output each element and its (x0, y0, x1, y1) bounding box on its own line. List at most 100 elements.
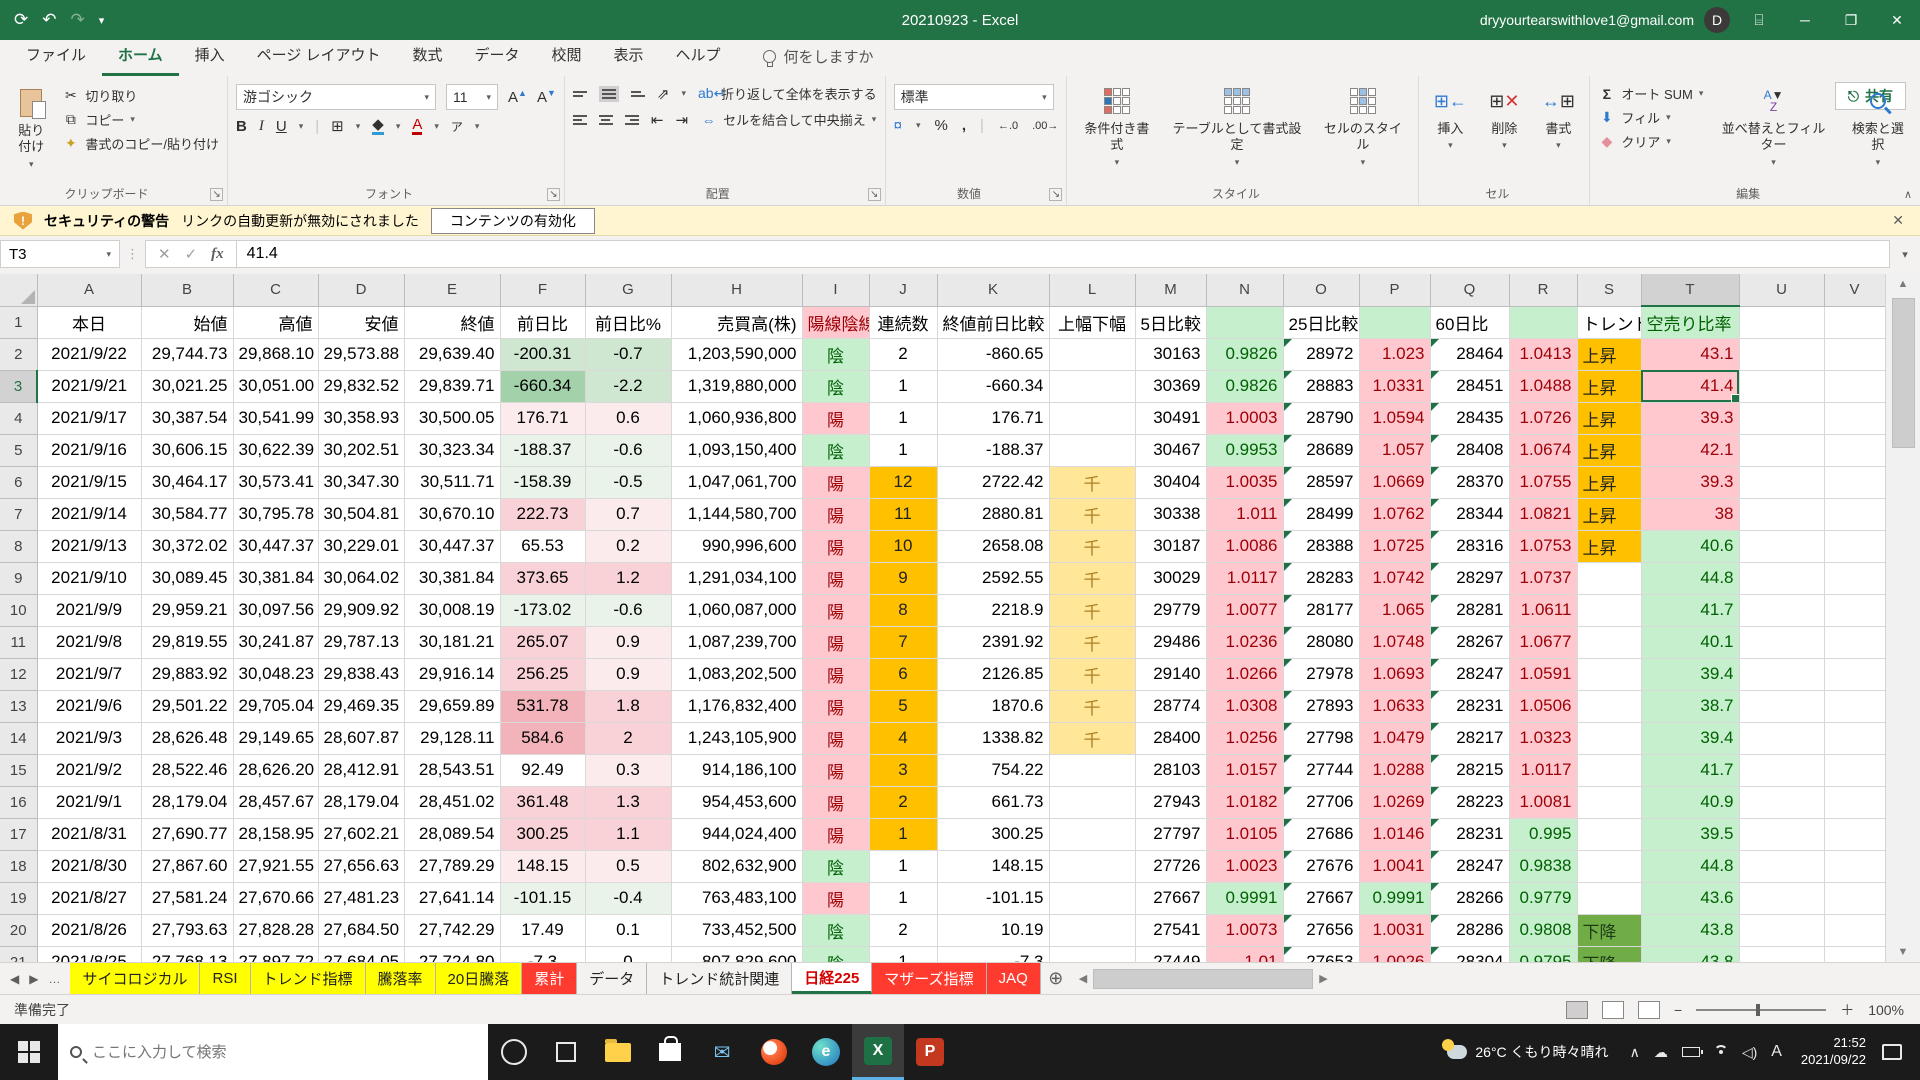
cell-D13[interactable]: 29,469.35 (318, 690, 404, 722)
cell-T13[interactable]: 38.7 (1641, 690, 1739, 722)
cell-E3[interactable]: 29,839.71 (404, 370, 500, 402)
cell-L15[interactable] (1049, 754, 1135, 786)
cell-N8[interactable]: 1.0086 (1206, 530, 1283, 562)
cell-B13[interactable]: 29,501.22 (141, 690, 233, 722)
cell-G14[interactable]: 2 (585, 722, 671, 754)
cell-B4[interactable]: 30,387.54 (141, 402, 233, 434)
percent-style-icon[interactable]: % (935, 117, 948, 134)
cell-S12[interactable] (1577, 658, 1641, 690)
cell-D8[interactable]: 30,229.01 (318, 530, 404, 562)
find-select-button[interactable]: 検索と選択▾ (1844, 82, 1912, 181)
cell-Q13[interactable]: 28231 (1430, 690, 1509, 722)
column-header-B[interactable]: B (141, 274, 233, 306)
merge-center-button[interactable]: ⇔セルを結合して中央揃え▾ (700, 110, 876, 129)
cell-U1[interactable] (1739, 306, 1824, 338)
cell-S16[interactable] (1577, 786, 1641, 818)
cell-V8[interactable] (1824, 530, 1885, 562)
format-painter-button[interactable]: ✦書式のコピー/貼り付け (62, 134, 219, 153)
cell-L19[interactable] (1049, 882, 1135, 914)
cell-P12[interactable]: 1.0693 (1359, 658, 1430, 690)
cell-S2[interactable]: 上昇 (1577, 338, 1641, 370)
cell-D18[interactable]: 27,656.63 (318, 850, 404, 882)
cell-D12[interactable]: 29,838.43 (318, 658, 404, 690)
cell-G6[interactable]: -0.5 (585, 466, 671, 498)
cell-Q8[interactable]: 28316 (1430, 530, 1509, 562)
cell-U3[interactable] (1739, 370, 1824, 402)
cell-S6[interactable]: 上昇 (1577, 466, 1641, 498)
column-header-I[interactable]: I (802, 274, 869, 306)
formula-input[interactable]: 41.4 (237, 240, 1890, 268)
security-bar-close-icon[interactable]: ✕ (1892, 212, 1904, 229)
cell-D15[interactable]: 28,412.91 (318, 754, 404, 786)
cell-D7[interactable]: 30,504.81 (318, 498, 404, 530)
cell-P17[interactable]: 1.0146 (1359, 818, 1430, 850)
cell-B21[interactable]: 27,768.13 (141, 946, 233, 962)
cell-C3[interactable]: 30,051.00 (233, 370, 318, 402)
cell-Q2[interactable]: 28464 (1430, 338, 1509, 370)
cell-S21[interactable]: 下降 (1577, 946, 1641, 962)
account-email[interactable]: dryyourtearswithlove1@gmail.com (1480, 12, 1694, 28)
copy-button[interactable]: ⧉コピー▾ (62, 110, 219, 129)
cell-U13[interactable] (1739, 690, 1824, 722)
cell-M19[interactable]: 27667 (1135, 882, 1206, 914)
column-header-S[interactable]: S (1577, 274, 1641, 306)
cell-F19[interactable]: -101.15 (500, 882, 585, 914)
cell-M18[interactable]: 27726 (1135, 850, 1206, 882)
cell-Q18[interactable]: 28247 (1430, 850, 1509, 882)
cell-G18[interactable]: 0.5 (585, 850, 671, 882)
sheet-tab-5[interactable]: 累計 (522, 963, 577, 994)
collapse-ribbon-icon[interactable]: ∧ (1904, 188, 1912, 201)
cell-O21[interactable]: 27653 (1283, 946, 1359, 962)
cell-V21[interactable] (1824, 946, 1885, 962)
cell-T18[interactable]: 44.8 (1641, 850, 1739, 882)
cell-D4[interactable]: 30,358.93 (318, 402, 404, 434)
undo-icon[interactable]: ↶ (42, 10, 56, 30)
cell-Q10[interactable]: 28281 (1430, 594, 1509, 626)
cell-O19[interactable]: 27667 (1283, 882, 1359, 914)
cell-S15[interactable] (1577, 754, 1641, 786)
cell-E7[interactable]: 30,670.10 (404, 498, 500, 530)
cell-P11[interactable]: 1.0748 (1359, 626, 1430, 658)
cell-M8[interactable]: 30187 (1135, 530, 1206, 562)
maximize-button[interactable]: ❐ (1828, 0, 1874, 40)
cell-D3[interactable]: 29,832.52 (318, 370, 404, 402)
cell-S14[interactable] (1577, 722, 1641, 754)
cell-H20[interactable]: 733,452,500 (671, 914, 802, 946)
cell-K4[interactable]: 176.71 (937, 402, 1049, 434)
cell-S5[interactable]: 上昇 (1577, 434, 1641, 466)
cell-P8[interactable]: 1.0725 (1359, 530, 1430, 562)
align-left-icon[interactable] (573, 115, 587, 125)
cell-Q14[interactable]: 28217 (1430, 722, 1509, 754)
cell-B2[interactable]: 29,744.73 (141, 338, 233, 370)
cell-A19[interactable]: 2021/8/27 (37, 882, 141, 914)
volume-icon[interactable]: ◁) (1735, 1044, 1764, 1061)
column-header-V[interactable]: V (1824, 274, 1885, 306)
cell-K12[interactable]: 2126.85 (937, 658, 1049, 690)
clear-button[interactable]: ◆クリア▾ (1598, 132, 1703, 151)
redo-icon[interactable]: ↷ (71, 10, 85, 30)
cell-P10[interactable]: 1.065 (1359, 594, 1430, 626)
cell-I12[interactable]: 陽 (802, 658, 869, 690)
fill-color-icon[interactable]: ◆ (372, 117, 384, 135)
cell-B15[interactable]: 28,522.46 (141, 754, 233, 786)
row-header-16[interactable]: 16 (0, 786, 37, 818)
cell-D14[interactable]: 28,607.87 (318, 722, 404, 754)
cell-P7[interactable]: 1.0762 (1359, 498, 1430, 530)
close-button[interactable]: ✕ (1874, 0, 1920, 40)
cell-C6[interactable]: 30,573.41 (233, 466, 318, 498)
tell-me-box[interactable]: 何をしますか (763, 46, 874, 76)
onedrive-cloud-icon[interactable]: ☁ (1647, 1044, 1675, 1061)
cell-N15[interactable]: 1.0157 (1206, 754, 1283, 786)
cell-D1[interactable]: 安値 (318, 306, 404, 338)
cell-R19[interactable]: 0.9779 (1509, 882, 1577, 914)
cell-A10[interactable]: 2021/9/9 (37, 594, 141, 626)
cell-N18[interactable]: 1.0023 (1206, 850, 1283, 882)
cell-J10[interactable]: 8 (869, 594, 937, 626)
cell-U15[interactable] (1739, 754, 1824, 786)
cell-N17[interactable]: 1.0105 (1206, 818, 1283, 850)
new-sheet-button[interactable]: ⊕ (1041, 963, 1071, 994)
cell-H11[interactable]: 1,087,239,700 (671, 626, 802, 658)
cell-S19[interactable] (1577, 882, 1641, 914)
align-right-icon[interactable] (625, 115, 639, 125)
font-size-combo[interactable]: 11▾ (446, 84, 498, 110)
